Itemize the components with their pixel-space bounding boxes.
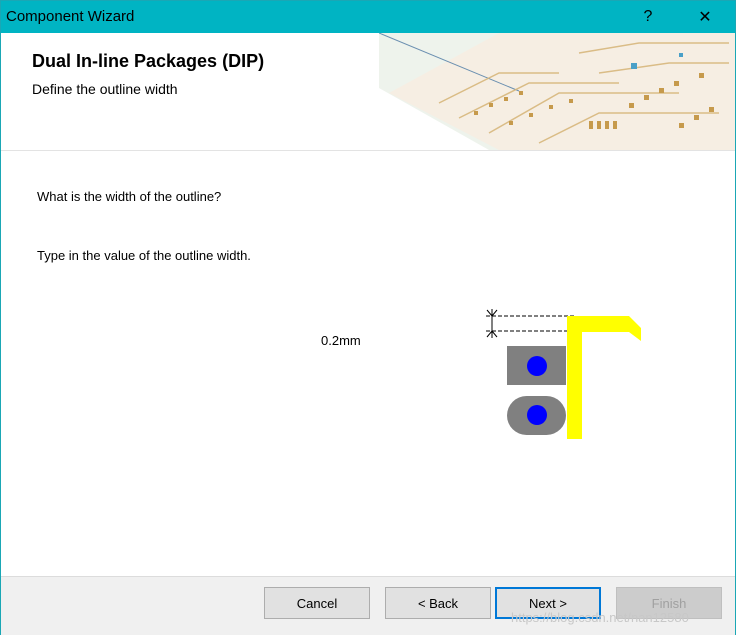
help-icon: ?: [643, 8, 653, 25]
pad-hole: [527, 405, 547, 425]
help-button[interactable]: ?: [625, 1, 671, 33]
back-button[interactable]: < Back: [385, 587, 491, 619]
question-label: What is the width of the outline?: [37, 189, 222, 204]
button-bar: Cancel < Back Next > Finish https://blog…: [1, 576, 735, 635]
cancel-button[interactable]: Cancel: [264, 587, 370, 619]
title-bar[interactable]: Component Wizard ? ✕: [1, 1, 735, 33]
outline-width-field[interactable]: [317, 331, 385, 349]
close-icon: ✕: [698, 9, 712, 26]
wizard-content: What is the width of the outline? Type i…: [1, 151, 735, 576]
page-title: Dual In-line Packages (DIP): [32, 51, 265, 71]
instruction-label: Type in the value of the outline width.: [37, 248, 251, 263]
pad-hole: [527, 356, 547, 376]
silkscreen-outline: [567, 316, 641, 439]
pcb-banner-image: [379, 33, 735, 150]
wizard-header: Dual In-line Packages (DIP) Define the o…: [1, 33, 735, 151]
watermark-text: https://blog.csdn.net/nan12580: [511, 610, 689, 625]
page-subtitle: Define the outline width: [32, 81, 178, 97]
wizard-window: Component Wizard ? ✕ Dual In-line Packag…: [0, 0, 736, 635]
close-button[interactable]: ✕: [682, 1, 728, 33]
dimension-markers: [486, 309, 576, 338]
window-title: Component Wizard: [6, 8, 135, 25]
outline-width-diagram: [486, 309, 641, 439]
